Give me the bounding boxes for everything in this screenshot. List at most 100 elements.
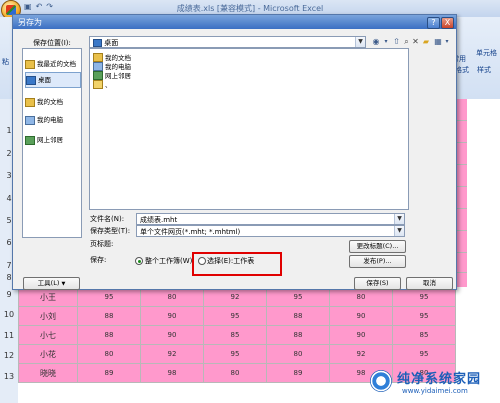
page-title-label: 页标题: (90, 240, 114, 248)
table-cell[interactable]: 85 (203, 325, 267, 345)
list-item[interactable]: 、 (93, 79, 112, 89)
watermark-url: www.yidaimei.com (402, 387, 468, 395)
back-icon[interactable]: ◉ (371, 37, 381, 47)
chevron-down-icon: ▼ (394, 226, 404, 236)
search-web-icon[interactable]: ⌕ (402, 37, 411, 47)
table-row: 小花 80 92 95 80 92 95 (18, 344, 456, 364)
row-number[interactable]: 10 (0, 310, 18, 319)
watermark-text: 纯净系统家园 (397, 372, 482, 387)
filename-label: 文件名(N): (90, 215, 125, 223)
table-cell[interactable]: 88 (266, 306, 330, 326)
table-cell[interactable]: 89 (77, 363, 141, 383)
table-cell[interactable]: 92 (203, 287, 267, 307)
table-cell-name[interactable]: 小刘 (18, 306, 78, 326)
table-cell[interactable]: 88 (77, 306, 141, 326)
row-number[interactable]: 13 (0, 372, 18, 381)
table-cell[interactable]: 80 (266, 344, 330, 364)
table-cell[interactable]: 98 (140, 363, 204, 383)
dialog-title: 另存为 (18, 18, 42, 27)
chevron-down-icon[interactable]: ▼ (394, 214, 404, 224)
ribbon-label-paste[interactable]: 粘 (2, 57, 9, 67)
views-icon[interactable]: ▦ (433, 37, 443, 47)
table-cell[interactable]: 90 (140, 325, 204, 345)
table-cell[interactable]: 95 (203, 344, 267, 364)
tools-button[interactable]: 工具(L) ▼ (23, 277, 80, 290)
my-computer-icon (25, 115, 35, 125)
change-title-button[interactable]: 更改标题(C)... (349, 240, 406, 253)
table-row: 小七 88 90 85 88 90 85 (18, 325, 456, 345)
save-as-dialog: 另存为 ? X 保存位置(I): 桌面 ▼ ◉ ▾ ⇧ ⌕ ✕ ▰ ▦ ▾ 我最… (12, 14, 457, 290)
cancel-button[interactable]: 取消 (406, 277, 453, 290)
watermark-logo-icon (370, 370, 392, 392)
ribbon-label-format[interactable]: 格式 (455, 65, 469, 75)
table-cell[interactable]: 80 (329, 287, 393, 307)
chevron-down-icon: ▼ (355, 37, 365, 47)
save-in-value: 桌面 (93, 38, 118, 48)
radio-whole-workbook[interactable] (135, 257, 143, 265)
table-cell-name[interactable]: 小七 (18, 325, 78, 345)
annotation-highlight-box (192, 252, 282, 276)
file-list[interactable]: 我的文档 我的电脑 网上邻居 、 (89, 48, 409, 210)
publish-button[interactable]: 发布(P)... (349, 255, 406, 268)
table-row: 小王 95 80 92 95 80 95 (18, 287, 456, 307)
close-button[interactable]: X (441, 17, 454, 29)
desktop-small-icon (93, 39, 102, 47)
save-in-label: 保存位置(I): (33, 39, 71, 47)
folder-icon (93, 79, 103, 89)
table-cell[interactable]: 92 (140, 344, 204, 364)
save-button[interactable]: 保存(S) (354, 277, 401, 290)
table-cell[interactable]: 95 (77, 287, 141, 307)
table-cell-name[interactable]: 小花 (18, 344, 78, 364)
table-cell[interactable]: 90 (329, 325, 393, 345)
place-network[interactable]: 网上邻居 (25, 133, 79, 147)
table-cell[interactable]: 80 (77, 344, 141, 364)
table-cell[interactable]: 88 (266, 325, 330, 345)
score-table: 小王 95 80 92 95 80 95 小刘 88 90 95 88 90 9… (18, 287, 456, 383)
table-cell[interactable]: 80 (203, 363, 267, 383)
place-recent-documents[interactable]: 我最近的文档 (25, 57, 79, 71)
network-places-icon (25, 135, 35, 145)
table-row: 小刘 88 90 95 88 90 95 (18, 306, 456, 326)
row-number[interactable]: 9 (0, 290, 18, 299)
dialog-titlebar[interactable]: 另存为 ? X (13, 15, 456, 29)
places-bar: 我最近的文档 桌面 我的文档 我的电脑 网上邻居 (22, 48, 82, 238)
table-cell[interactable]: 95 (392, 287, 456, 307)
up-folder-icon[interactable]: ⇧ (392, 37, 401, 47)
radio-whole-workbook-label[interactable]: 整个工作簿(W) (145, 256, 192, 266)
table-cell[interactable]: 95 (266, 287, 330, 307)
desktop-icon (26, 75, 36, 85)
place-desktop[interactable]: 桌面 (25, 72, 81, 88)
table-cell[interactable]: 85 (392, 325, 456, 345)
chevron-down-icon: ▼ (61, 281, 66, 287)
table-cell[interactable]: 88 (77, 325, 141, 345)
delete-icon[interactable]: ✕ (411, 37, 420, 47)
views-dropdown-icon[interactable]: ▾ (444, 37, 450, 47)
table-cell-name[interactable]: 晓晓 (18, 363, 78, 383)
back-dropdown-icon[interactable]: ▾ (383, 37, 389, 47)
table-cell[interactable]: 95 (203, 306, 267, 326)
table-cell[interactable]: 95 (392, 306, 456, 326)
app-title: 成绩表.xls [兼容模式] - Microsoft Excel (176, 4, 324, 13)
ribbon-label-cells[interactable]: 单元格 (476, 48, 497, 58)
table-cell[interactable]: 90 (140, 306, 204, 326)
save-in-dropdown[interactable]: 桌面 ▼ (89, 36, 366, 48)
place-my-computer[interactable]: 我的电脑 (25, 113, 79, 127)
ribbon-label-style[interactable]: 样式 (477, 65, 491, 75)
table-cell[interactable]: 92 (329, 344, 393, 364)
table-cell-name[interactable]: 小王 (18, 287, 78, 307)
my-documents-icon (25, 97, 35, 107)
table-cell[interactable]: 95 (392, 344, 456, 364)
row-number[interactable]: 11 (0, 331, 18, 340)
table-cell[interactable]: 89 (266, 363, 330, 383)
filename-field[interactable]: 成绩表.mht ▼ (136, 213, 405, 225)
new-folder-icon[interactable]: ▰ (421, 37, 431, 47)
filetype-label: 保存类型(T): (90, 227, 131, 235)
save-scope-label: 保存: (90, 256, 107, 264)
help-button[interactable]: ? (427, 17, 440, 29)
filetype-dropdown[interactable]: 单个文件网页(*.mht; *.mhtml) ▼ (136, 225, 405, 237)
table-cell[interactable]: 90 (329, 306, 393, 326)
place-my-documents[interactable]: 我的文档 (25, 95, 79, 109)
row-number[interactable]: 12 (0, 351, 18, 360)
table-cell[interactable]: 80 (140, 287, 204, 307)
recent-documents-icon (25, 59, 35, 69)
